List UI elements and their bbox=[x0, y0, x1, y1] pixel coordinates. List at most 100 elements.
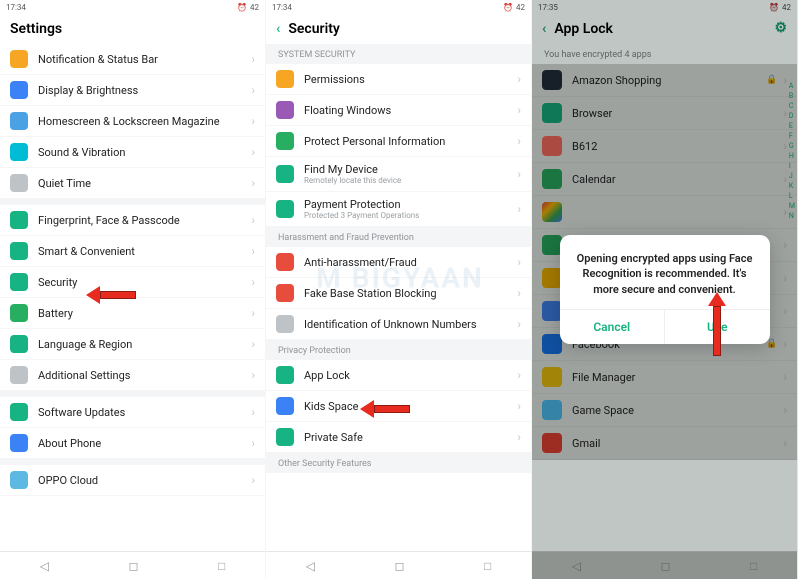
chevron-right-icon: › bbox=[517, 399, 521, 413]
row-label: Sound & Vibration bbox=[38, 146, 251, 159]
software-updates-icon bbox=[10, 403, 28, 421]
section-header: Privacy Protection bbox=[266, 340, 531, 360]
sidebar-item-quiet-time[interactable]: Quiet Time› bbox=[0, 168, 265, 199]
sidebar-item-oppo-cloud[interactable]: OPPO Cloud› bbox=[0, 465, 265, 496]
status-right: ⏰ 42 bbox=[237, 3, 259, 12]
security-item-fake-base[interactable]: Fake Base Station Blocking› bbox=[266, 278, 531, 309]
chevron-right-icon: › bbox=[517, 368, 521, 382]
security-item-private-safe[interactable]: Private Safe› bbox=[266, 422, 531, 453]
sidebar-item-software-updates[interactable]: Software Updates› bbox=[0, 397, 265, 428]
language-region-icon bbox=[10, 335, 28, 353]
applock-screen: 17:35 ⏰ 42 ‹ App Lock ⚙ You have encrypt… bbox=[532, 0, 798, 579]
row-label: Find My Device bbox=[304, 163, 517, 176]
row-label: Permissions bbox=[304, 73, 517, 86]
row-label: Quiet Time bbox=[38, 177, 251, 190]
fake-base-icon bbox=[276, 284, 294, 302]
homescreen-lockscreen-icon bbox=[10, 112, 28, 130]
status-right: ⏰ 42 bbox=[503, 3, 525, 12]
modal-overlay: Opening encrypted apps using Face Recogn… bbox=[532, 0, 797, 579]
sidebar-item-language-region[interactable]: Language & Region› bbox=[0, 329, 265, 360]
sidebar-item-smart-convenient[interactable]: Smart & Convenient› bbox=[0, 236, 265, 267]
row-label: Software Updates bbox=[38, 406, 251, 419]
red-arrow-security bbox=[86, 286, 136, 304]
dialog-message: Opening encrypted apps using Face Recogn… bbox=[560, 235, 770, 309]
row-label: Security bbox=[38, 276, 251, 289]
security-item-app-lock[interactable]: App Lock› bbox=[266, 360, 531, 391]
chevron-right-icon: › bbox=[251, 368, 255, 382]
row-label: Display & Brightness bbox=[38, 84, 251, 97]
security-item-unknown-numbers[interactable]: Identification of Unknown Numbers› bbox=[266, 309, 531, 340]
row-label: Kids Space bbox=[304, 400, 517, 413]
additional-settings-icon bbox=[10, 366, 28, 384]
chevron-right-icon: › bbox=[517, 286, 521, 300]
sidebar-item-display-brightness[interactable]: Display & Brightness› bbox=[0, 75, 265, 106]
chevron-right-icon: › bbox=[517, 430, 521, 444]
row-sublabel: Protected 3 Payment Operations bbox=[304, 211, 517, 220]
row-label: About Phone bbox=[38, 437, 251, 450]
fingerprint-icon bbox=[10, 211, 28, 229]
sidebar-item-fingerprint[interactable]: Fingerprint, Face & Passcode› bbox=[0, 205, 265, 236]
chevron-right-icon: › bbox=[517, 167, 521, 181]
chevron-right-icon: › bbox=[251, 436, 255, 450]
row-label: Identification of Unknown Numbers bbox=[304, 318, 517, 331]
smart-convenient-icon bbox=[10, 242, 28, 260]
sidebar-item-about-phone[interactable]: About Phone› bbox=[0, 428, 265, 459]
nav-bar[interactable]: ◁ ◻ □ bbox=[0, 551, 265, 579]
nav-bar[interactable]: ◁ ◻ □ bbox=[266, 551, 531, 579]
security-item-payment-protection[interactable]: Payment ProtectionProtected 3 Payment Op… bbox=[266, 192, 531, 227]
row-label: Battery bbox=[38, 307, 251, 320]
nav-home-icon[interactable]: ◻ bbox=[395, 559, 405, 573]
notification-status-icon bbox=[10, 50, 28, 68]
private-safe-icon bbox=[276, 428, 294, 446]
nav-recent-icon[interactable]: □ bbox=[218, 559, 225, 573]
section-header: Other Security Features bbox=[266, 453, 531, 473]
row-label: Fingerprint, Face & Passcode bbox=[38, 214, 251, 227]
row-label: Protect Personal Information bbox=[304, 135, 517, 148]
section-header: SYSTEM SECURITY bbox=[266, 44, 531, 64]
kids-space-icon bbox=[276, 397, 294, 415]
red-arrow-use bbox=[708, 292, 726, 356]
status-time: 17:34 bbox=[272, 3, 292, 12]
row-label: Additional Settings bbox=[38, 369, 251, 382]
status-bar: 17:34 ⏰ 42 bbox=[266, 0, 531, 14]
sidebar-item-sound-vibration[interactable]: Sound & Vibration› bbox=[0, 137, 265, 168]
section-header: Harassment and Fraud Prevention bbox=[266, 227, 531, 247]
chevron-right-icon: › bbox=[517, 202, 521, 216]
quiet-time-icon bbox=[10, 174, 28, 192]
about-phone-icon bbox=[10, 434, 28, 452]
security-list[interactable]: SYSTEM SECURITYPermissions›Floating Wind… bbox=[266, 44, 531, 551]
row-label: Smart & Convenient bbox=[38, 245, 251, 258]
chevron-right-icon: › bbox=[251, 275, 255, 289]
nav-home-icon[interactable]: ◻ bbox=[129, 559, 139, 573]
chevron-right-icon: › bbox=[251, 244, 255, 258]
security-item-permissions[interactable]: Permissions› bbox=[266, 64, 531, 95]
chevron-right-icon: › bbox=[251, 114, 255, 128]
row-label: App Lock bbox=[304, 369, 517, 382]
chevron-right-icon: › bbox=[517, 134, 521, 148]
chevron-right-icon: › bbox=[251, 145, 255, 159]
face-recognition-dialog: Opening encrypted apps using Face Recogn… bbox=[560, 235, 770, 344]
find-my-device-icon bbox=[276, 165, 294, 183]
row-label: Notification & Status Bar bbox=[38, 53, 251, 66]
cancel-button[interactable]: Cancel bbox=[560, 310, 666, 344]
security-item-anti-harassment[interactable]: Anti-harassment/Fraud› bbox=[266, 247, 531, 278]
page-title: Settings bbox=[0, 14, 265, 44]
app-lock-icon bbox=[276, 366, 294, 384]
sidebar-item-homescreen-lockscreen[interactable]: Homescreen & Lockscreen Magazine› bbox=[0, 106, 265, 137]
security-item-floating-windows[interactable]: Floating Windows› bbox=[266, 95, 531, 126]
row-label: OPPO Cloud bbox=[38, 474, 251, 487]
back-icon[interactable]: ‹ bbox=[276, 21, 280, 37]
row-label: Language & Region bbox=[38, 338, 251, 351]
sidebar-item-additional-settings[interactable]: Additional Settings› bbox=[0, 360, 265, 391]
chevron-right-icon: › bbox=[517, 72, 521, 86]
security-item-protect-personal[interactable]: Protect Personal Information› bbox=[266, 126, 531, 157]
sidebar-item-notification-status[interactable]: Notification & Status Bar› bbox=[0, 44, 265, 75]
nav-back-icon[interactable]: ◁ bbox=[306, 559, 315, 573]
floating-windows-icon bbox=[276, 101, 294, 119]
nav-back-icon[interactable]: ◁ bbox=[40, 559, 49, 573]
chevron-right-icon: › bbox=[251, 83, 255, 97]
header: ‹ Security bbox=[266, 14, 531, 44]
settings-screen: 17:34 ⏰ 42 Settings Notification & Statu… bbox=[0, 0, 266, 579]
security-item-find-my-device[interactable]: Find My DeviceRemotely locate this devic… bbox=[266, 157, 531, 192]
nav-recent-icon[interactable]: □ bbox=[484, 559, 491, 573]
